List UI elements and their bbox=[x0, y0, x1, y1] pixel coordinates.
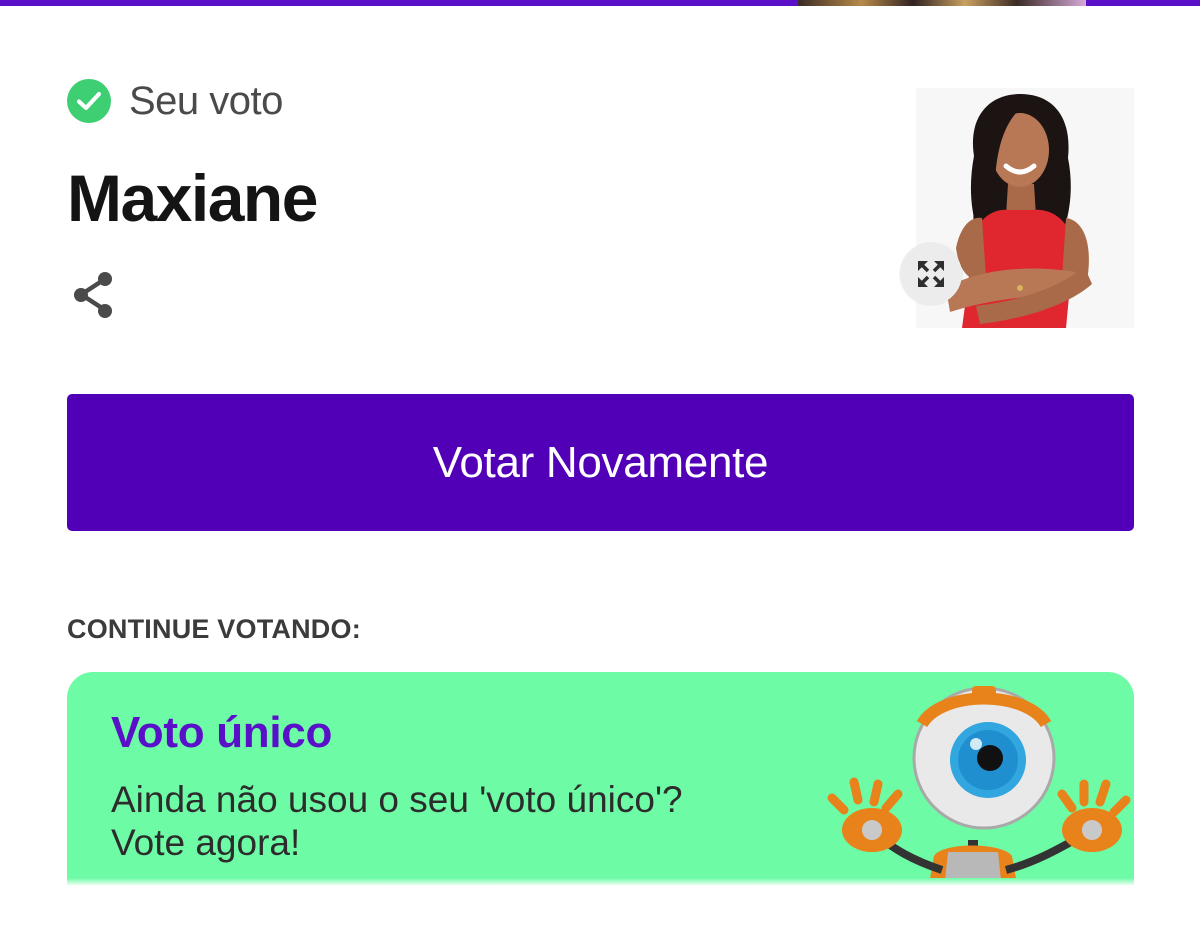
top-banner-image bbox=[798, 0, 1086, 6]
single-vote-promo-card[interactable]: Voto único Ainda não usou o seu 'voto ún… bbox=[67, 672, 1134, 884]
vote-status-label: Seu voto bbox=[129, 78, 283, 123]
promo-card-fade bbox=[67, 878, 1134, 886]
share-icon bbox=[74, 272, 112, 318]
vote-confirmation-page: Seu voto Maxiane Votar Novamente CONTINU… bbox=[0, 0, 1200, 937]
share-button[interactable] bbox=[70, 270, 118, 320]
expand-icon bbox=[918, 261, 944, 287]
promo-title: Voto único bbox=[111, 708, 333, 757]
promo-line-1: Ainda não usou o seu 'voto único'? bbox=[111, 779, 683, 820]
eye-mascot-illustration bbox=[827, 686, 1131, 884]
vote-again-button[interactable]: Votar Novamente bbox=[67, 394, 1134, 531]
expand-photo-button[interactable] bbox=[900, 243, 962, 305]
promo-line-2: Vote agora! bbox=[111, 822, 301, 863]
check-circle-icon bbox=[67, 79, 111, 123]
continue-voting-label: CONTINUE VOTANDO: bbox=[67, 614, 361, 644]
candidate-name: Maxiane bbox=[67, 161, 318, 235]
promo-description: Ainda não usou o seu 'voto único'? Vote … bbox=[111, 778, 751, 864]
vote-status-row: Seu voto bbox=[67, 76, 283, 126]
